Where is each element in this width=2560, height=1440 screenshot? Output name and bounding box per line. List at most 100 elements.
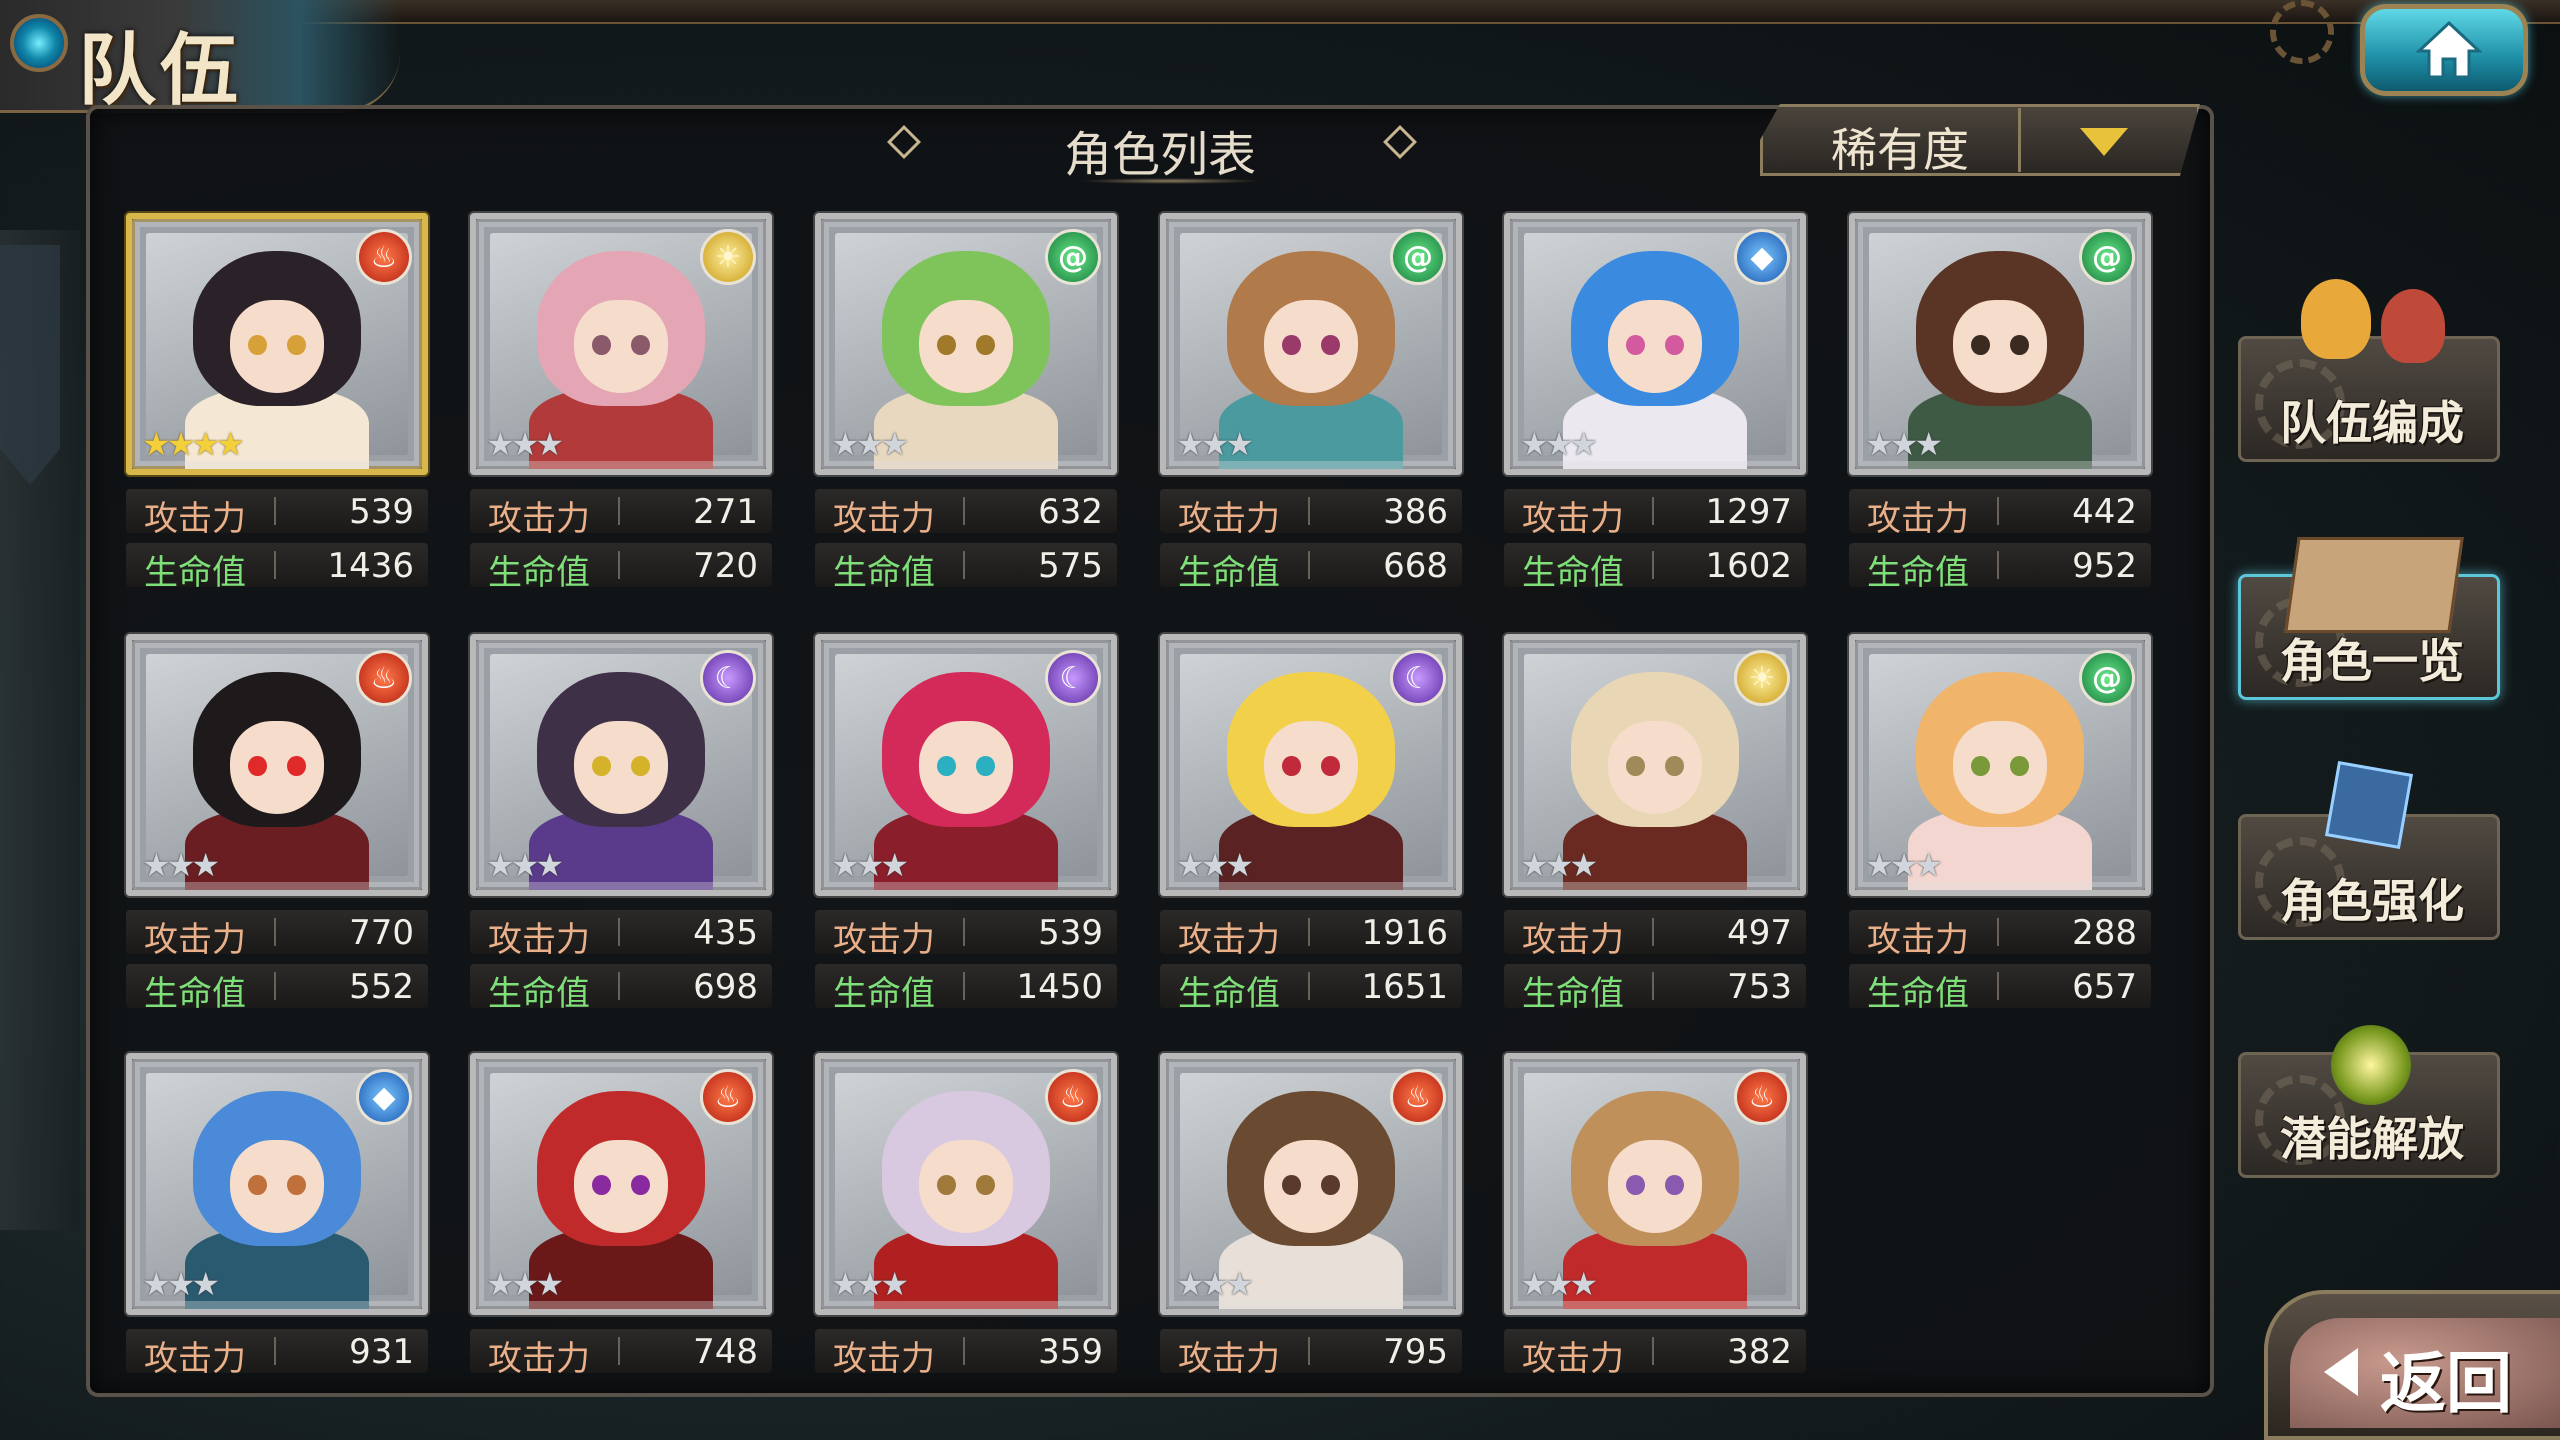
chevron-down-icon[interactable] [2080, 128, 2128, 156]
character-eye [1971, 756, 1990, 777]
character-eye [1321, 756, 1340, 777]
side-menu-button[interactable]: 潜能解放 [2238, 1025, 2503, 1178]
character-eye [1626, 335, 1645, 356]
attack-stat: 攻击力 497 [1504, 910, 1806, 960]
attack-label: 攻击力 [144, 920, 246, 960]
character-portrait[interactable]: @ ★★★ [815, 213, 1117, 475]
gear-decoration-icon [2270, 0, 2334, 64]
hp-stat: 生命值 952 [1849, 543, 2151, 593]
character-portrait[interactable]: @ ★★★ [1849, 213, 2151, 475]
attack-label: 攻击力 [1178, 920, 1280, 960]
hp-stat: 生命值 1450 [815, 964, 1117, 1014]
character-portrait[interactable]: ♨ ★★★ [470, 1053, 772, 1315]
water-element-icon: ◆ [1734, 229, 1790, 285]
side-menu-label[interactable]: 队伍编成 [2241, 387, 2503, 453]
fire-element-icon: ♨ [1734, 1069, 1790, 1125]
hp-label: 生命值 [1178, 553, 1280, 593]
stat-divider [1652, 497, 1654, 525]
hp-label: 生命值 [1867, 974, 1969, 1014]
rarity-stars: ★★★ [486, 1265, 564, 1303]
hp-stat: 生命值 720 [470, 543, 772, 593]
character-portrait[interactable]: ☾ ★★★ [1160, 634, 1462, 896]
character-portrait[interactable]: @ ★★★ [1160, 213, 1462, 475]
attack-label: 攻击力 [1867, 499, 1969, 539]
stat-divider [1652, 551, 1654, 579]
stat-divider [1997, 551, 1999, 579]
side-menu-label[interactable]: 角色一览 [2241, 625, 2503, 691]
background-banner [0, 245, 60, 485]
stat-divider [963, 497, 965, 525]
character-portrait[interactable]: @ ★★★ [1849, 634, 2151, 896]
hp-value: 1651 [1361, 967, 1448, 1007]
character-portrait[interactable]: ☾ ★★★ [470, 634, 772, 896]
attack-stat: 攻击力 539 [815, 910, 1117, 960]
side-menu-label[interactable]: 角色强化 [2241, 865, 2503, 931]
sort-dropdown-label[interactable]: 稀有度 [1800, 114, 2000, 180]
hp-stat: 生命值 575 [815, 543, 1117, 593]
character-portrait[interactable]: ◆ ★★★ [126, 1053, 428, 1315]
character-portrait[interactable]: ♨ ★★★★ [126, 213, 428, 475]
attack-label: 攻击力 [833, 920, 935, 960]
side-menu-label[interactable]: 潜能解放 [2241, 1103, 2503, 1169]
attack-stat: 攻击力 539 [126, 489, 428, 539]
character-portrait[interactable]: ☀ ★★★ [1504, 634, 1806, 896]
character-portrait[interactable]: ☾ ★★★ [815, 634, 1117, 896]
character-eye [2010, 335, 2029, 356]
character-eye [937, 756, 956, 777]
character-portrait[interactable]: ♨ ★★★ [1504, 1053, 1806, 1315]
character-eye [1282, 756, 1301, 777]
attack-stat: 攻击力 271 [470, 489, 772, 539]
side-menu-button[interactable]: 角色一览 [2238, 537, 2503, 700]
hp-label: 生命值 [1522, 553, 1624, 593]
hp-label: 生命值 [144, 553, 246, 593]
character-eye [1665, 1175, 1684, 1196]
character-portrait[interactable]: ♨ ★★★ [126, 634, 428, 896]
character-eye [1321, 335, 1340, 356]
stat-divider [618, 918, 620, 946]
rarity-stars: ★★★ [486, 425, 564, 463]
hp-stat: 生命值 552 [126, 964, 428, 1014]
rarity-stars: ★★★ [831, 846, 909, 884]
character-face [573, 1139, 669, 1233]
character-face [229, 1139, 325, 1233]
character-portrait[interactable]: ◆ ★★★ [1504, 213, 1806, 475]
stat-divider [1997, 497, 1999, 525]
stat-divider [274, 1337, 276, 1365]
attack-label: 攻击力 [488, 499, 590, 539]
stat-divider [1652, 918, 1654, 946]
character-portrait[interactable]: ☀ ★★★ [470, 213, 772, 475]
attack-stat: 攻击力 386 [1160, 489, 1462, 539]
character-eye [631, 335, 650, 356]
character-eye [1282, 335, 1301, 356]
character-portrait[interactable]: ♨ ★★★ [815, 1053, 1117, 1315]
attack-value: 931 [349, 1332, 414, 1372]
stat-divider [274, 972, 276, 1000]
attack-label: 攻击力 [833, 499, 935, 539]
character-eye [1665, 756, 1684, 777]
character-face [1263, 720, 1359, 814]
back-button-label[interactable]: 返回 [2380, 1330, 2512, 1426]
rarity-stars: ★★★ [1865, 425, 1943, 463]
character-eye [592, 335, 611, 356]
stat-divider [618, 551, 620, 579]
attack-stat: 攻击力 632 [815, 489, 1117, 539]
stat-divider [274, 551, 276, 579]
home-button[interactable] [2360, 4, 2528, 96]
light-element-icon: ☀ [1734, 650, 1790, 706]
hp-label: 生命值 [833, 553, 935, 593]
dark-element-icon: ☾ [1390, 650, 1446, 706]
character-eye [976, 1175, 995, 1196]
fire-element-icon: ♨ [356, 650, 412, 706]
character-eye [631, 756, 650, 777]
fire-element-icon: ♨ [1045, 1069, 1101, 1125]
attack-stat: 攻击力 1297 [1504, 489, 1806, 539]
stat-divider [963, 972, 965, 1000]
dark-element-icon: ☾ [1045, 650, 1101, 706]
character-portrait[interactable]: ♨ ★★★ [1160, 1053, 1462, 1315]
character-eye [2010, 756, 2029, 777]
stat-divider [618, 1337, 620, 1365]
rarity-stars: ★★★ [831, 425, 909, 463]
side-menu-button[interactable]: 队伍编成 [2238, 279, 2503, 462]
hp-label: 生命值 [144, 974, 246, 1014]
side-menu-button[interactable]: 角色强化 [2238, 760, 2503, 940]
